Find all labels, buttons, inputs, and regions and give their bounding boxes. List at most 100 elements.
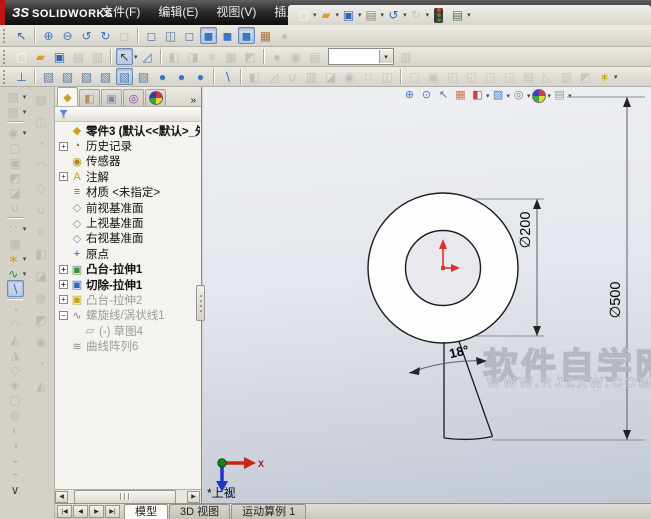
tree-item-8[interactable]: ++原点 xyxy=(55,246,200,261)
featuremanager-tab[interactable]: ◆ xyxy=(57,87,78,106)
tree-item-6[interactable]: +◇上视基准面 xyxy=(55,215,200,230)
new-document-button[interactable]: ▢ xyxy=(295,7,312,24)
scroll-right-button[interactable]: ▶ xyxy=(187,491,200,503)
sketch-button[interactable]: ∖ xyxy=(7,280,24,297)
tree-item-5[interactable]: +◇前视基准面 xyxy=(55,200,200,215)
document-tab-0[interactable]: 模型 xyxy=(124,504,168,519)
zoom-in-out-tool[interactable]: ⊕ xyxy=(40,27,57,44)
tree-item-11[interactable]: +▣凸台-拉伸2 xyxy=(55,292,200,307)
propertymanager-tab[interactable]: ◧ xyxy=(79,89,100,106)
tree-expander[interactable]: + xyxy=(59,280,68,289)
print-button-caret[interactable]: ▾ xyxy=(381,11,385,19)
tree-item-2[interactable]: +◉传感器 xyxy=(55,154,200,169)
displaymanager-tab[interactable] xyxy=(145,89,166,106)
hidden-lines-visible-style[interactable]: ◫ xyxy=(162,27,179,44)
tree-expander[interactable]: − xyxy=(59,311,68,320)
zoom-to-area-tool[interactable]: ⊖ xyxy=(59,27,76,44)
configurationmanager-tab[interactable]: ▣ xyxy=(101,89,122,106)
panel-horizontal-scrollbar[interactable]: ◀ ▶ xyxy=(55,489,201,503)
tree-item-9[interactable]: +▣凸台-拉伸1 xyxy=(55,262,200,277)
select-arrow-tool-caret[interactable]: ▾ xyxy=(134,53,138,61)
open-document-small[interactable]: ▰ xyxy=(32,48,49,65)
rotate-view-tool[interactable]: ↺ xyxy=(78,27,95,44)
more-features-chevron[interactable]: ∨ xyxy=(7,481,24,498)
left-view[interactable]: ▧ xyxy=(78,68,95,85)
print-button[interactable]: ▤ xyxy=(363,7,380,24)
tree-item-12[interactable]: −∿螺旋线/涡状线1 xyxy=(55,308,200,323)
extruded-cut-tool-caret[interactable]: ▾ xyxy=(23,108,27,116)
configuration-combobox[interactable]: ▾ xyxy=(328,48,394,65)
tree-item-7[interactable]: +◇右视基准面 xyxy=(55,231,200,246)
dimxpertmanager-tab[interactable]: ◎ xyxy=(123,89,144,106)
toolbar-grip[interactable] xyxy=(3,70,8,84)
redo-button-caret[interactable]: ▾ xyxy=(426,11,430,19)
normal-to-view[interactable]: ⊥ xyxy=(13,68,30,85)
tree-item-13[interactable]: +▱(-) 草图4 xyxy=(55,323,200,338)
open-document-button-caret[interactable]: ▾ xyxy=(336,11,340,19)
save-button[interactable]: ▣ xyxy=(340,7,357,24)
view-orientation-ball-1[interactable]: ● xyxy=(154,68,171,85)
hidden-lines-removed-style[interactable]: ◻ xyxy=(181,27,198,44)
menu-item-1[interactable]: 编辑(E) xyxy=(149,0,207,25)
right-view[interactable]: ▧ xyxy=(97,68,114,85)
last-tab-button[interactable]: ▶| xyxy=(105,505,120,518)
roll-view-tool[interactable]: ↻ xyxy=(97,27,114,44)
instant3d-button[interactable]: ∗ xyxy=(596,68,613,85)
dim-500-label[interactable]: ∅500 xyxy=(608,282,624,319)
isometric-view[interactable]: ▧ xyxy=(116,68,133,85)
view-orientation-ball-3[interactable]: ● xyxy=(192,68,209,85)
save-small[interactable]: ▣ xyxy=(51,48,68,65)
angle-label[interactable]: 18° xyxy=(448,342,471,361)
document-tab-2[interactable]: 运动算例 1 xyxy=(231,504,306,519)
dimetric-view[interactable]: ▧ xyxy=(135,68,152,85)
prev-tab-button[interactable]: ◀ xyxy=(73,505,88,518)
next-tab-button[interactable]: ▶ xyxy=(89,505,104,518)
model-drawing[interactable]: ∅200 ∅500 18° X Z xyxy=(203,87,651,503)
select-entities-tool[interactable]: ↖ xyxy=(13,27,30,44)
scrollbar-thumb[interactable] xyxy=(74,490,176,504)
tree-filter-bar[interactable] xyxy=(55,107,201,122)
edit-appearance-pen[interactable]: ∖ xyxy=(219,68,236,85)
options-button-caret[interactable]: ▾ xyxy=(467,11,471,19)
options-button[interactable]: ▤ xyxy=(449,7,466,24)
tree-item-10[interactable]: +▣切除-拉伸1 xyxy=(55,277,200,292)
view-orientation-ball-2[interactable]: ● xyxy=(173,68,190,85)
menu-item-0[interactable]: 文件(F) xyxy=(92,0,149,25)
shaded-with-edges-style[interactable]: ◼ xyxy=(200,27,217,44)
dim-200-label[interactable]: ∅200 xyxy=(518,212,534,249)
revolve-tool-caret[interactable]: ▾ xyxy=(23,129,27,137)
graphics-viewport[interactable]: ⊕⊙↖▦◧▾▧▾◎▾▾▤▾ ∅200 ∅500 18° xyxy=(203,87,651,503)
extruded-boss-tool-caret[interactable]: ▾ xyxy=(23,93,27,101)
panel-tabs-overflow-chevron[interactable]: » xyxy=(190,95,196,106)
toolbar-grip[interactable] xyxy=(3,29,8,43)
new-document-button-caret[interactable]: ▾ xyxy=(313,11,317,19)
curves-tool-caret[interactable]: ▾ xyxy=(23,270,27,278)
new-document-small[interactable]: ▢ xyxy=(13,48,30,65)
front-view[interactable]: ▧ xyxy=(40,68,57,85)
tree-item-3[interactable]: +A注解 xyxy=(55,169,200,184)
back-view[interactable]: ▧ xyxy=(59,68,76,85)
tree-expander[interactable]: + xyxy=(59,265,68,274)
rebuild-traffic-light-button[interactable] xyxy=(430,7,447,24)
configuration-combobox-dropdown[interactable]: ▾ xyxy=(379,50,393,63)
textures-style[interactable]: ▦ xyxy=(257,27,274,44)
undo-button-caret[interactable]: ▾ xyxy=(403,11,407,19)
tree-expander[interactable]: + xyxy=(59,172,68,181)
select-arrow-tool[interactable]: ↖ xyxy=(116,48,133,65)
tree-item-0[interactable]: +◆零件3 (默认<<默认>_外观 显 xyxy=(55,123,200,138)
tree-item-4[interactable]: +≡材质 <未指定> xyxy=(55,185,200,200)
wireframe-style[interactable]: ◻ xyxy=(143,27,160,44)
shaded-style[interactable]: ◼ xyxy=(219,27,236,44)
first-tab-button[interactable]: |◀ xyxy=(57,505,72,518)
reference-geometry-tool-caret[interactable]: ▾ xyxy=(23,255,27,263)
sketch-entity-tool[interactable]: ◿ xyxy=(139,48,156,65)
tree-expander[interactable]: + xyxy=(59,295,68,304)
tree-expander[interactable]: + xyxy=(59,142,68,151)
save-button-caret[interactable]: ▾ xyxy=(358,11,362,19)
undo-button[interactable]: ↺ xyxy=(385,7,402,24)
shadows-in-shaded-mode[interactable]: ◼ xyxy=(238,27,255,44)
scroll-left-button[interactable]: ◀ xyxy=(55,491,68,503)
document-tab-1[interactable]: 3D 视图 xyxy=(169,504,230,519)
toolbar-grip[interactable] xyxy=(3,50,8,64)
pattern-tool-caret[interactable]: ▾ xyxy=(23,225,27,233)
